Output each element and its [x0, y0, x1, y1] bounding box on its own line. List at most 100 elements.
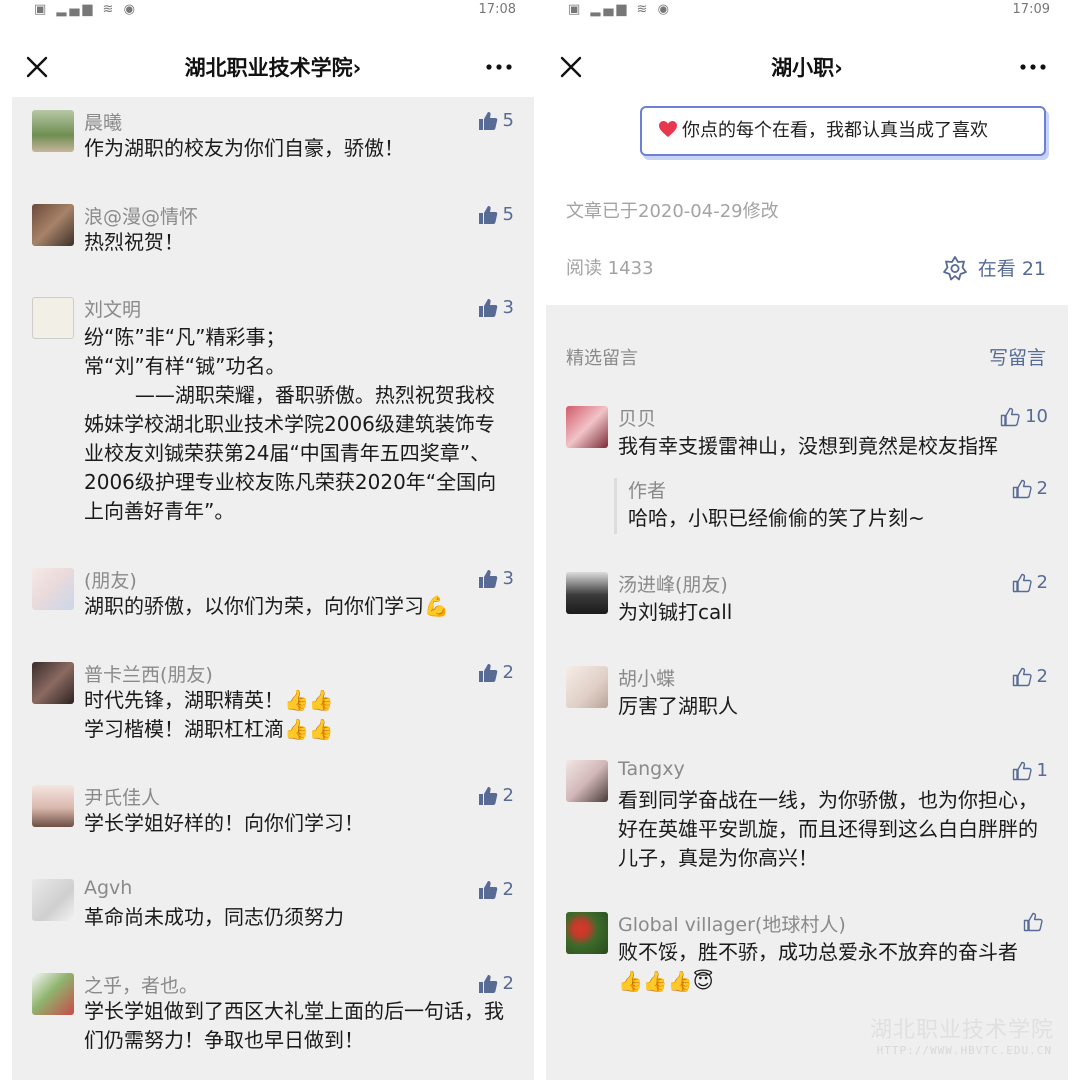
avatar[interactable]: [32, 568, 74, 610]
like-button[interactable]: 10: [1000, 406, 1048, 427]
like-button[interactable]: 2: [478, 973, 514, 994]
like-button[interactable]: 1: [1012, 760, 1048, 781]
avatar[interactable]: [32, 785, 74, 827]
like-button[interactable]: 2: [1012, 572, 1048, 593]
comment-author[interactable]: 之乎，者也。: [84, 971, 198, 998]
avatar[interactable]: [32, 110, 74, 152]
comment-text: 学长学姐好样的！向你们学习！: [84, 811, 364, 835]
watermark: 湖北职业技术学院 HTTP://WWW.HBVTC.EDU.CN: [860, 1012, 1054, 1068]
chevron-right-icon: ›: [352, 56, 362, 80]
comment-text: 为刘铖打call: [618, 600, 733, 624]
modified-notice: 文章已于2020-04-29修改: [566, 201, 779, 222]
comment-author[interactable]: 刘文明: [84, 295, 141, 322]
zaikan-count: 在看 21: [977, 258, 1046, 280]
zaikan-button[interactable]: 在看 21: [942, 254, 1046, 281]
thumbs-up-icon: [478, 880, 497, 899]
reply-indicator: [614, 478, 617, 534]
thumbs-up-icon: [478, 569, 497, 588]
like-count: 2: [1036, 572, 1048, 593]
comment-author[interactable]: 晨曦: [84, 108, 122, 135]
thumbs-up-icon: [478, 974, 497, 993]
comment-text: 看到同学奋战在一线，为你骄傲，也为你担心，好在英雄平安凯旋，而且还得到这么白白胖…: [618, 788, 1038, 870]
comment-author[interactable]: 汤进峰(朋友): [618, 570, 728, 597]
avatar[interactable]: [566, 760, 608, 802]
chevron-right-icon: ›: [834, 56, 843, 80]
avatar[interactable]: [32, 662, 74, 704]
comment-text: 学长学姐做到了西区大礼堂上面的后一句话，我们仍需努力！争取也早日做到！: [84, 999, 504, 1052]
nav-title[interactable]: 湖北职业技术学院›: [72, 52, 474, 82]
watermark-title: 湖北职业技术学院: [869, 1018, 1054, 1043]
comment-author[interactable]: 尹氏佳人: [84, 783, 160, 810]
comment-author[interactable]: 贝贝: [618, 404, 656, 431]
avatar[interactable]: [32, 879, 74, 921]
like-button[interactable]: 5: [478, 110, 514, 131]
like-count: 2: [502, 879, 514, 900]
avatar[interactable]: [32, 973, 74, 1015]
section-header: 精选留言 写留言: [546, 340, 1068, 380]
comment-text: 败不馁，胜不骄，成功总爱永不放弃的奋斗者👍👍👍😇: [618, 940, 1018, 993]
status-time: 17:09: [1012, 2, 1050, 17]
like-count: 2: [1036, 666, 1048, 687]
watermark-url: HTTP://WWW.HBVTC.EDU.CN: [876, 1044, 1052, 1057]
status-time: 17:08: [478, 2, 516, 17]
reply-text: 哈哈，小职已经偷偷的笑了片刻~: [628, 506, 925, 530]
thumbs-up-icon: [478, 205, 497, 224]
thumbs-up-outline-icon: [1023, 912, 1043, 932]
thumbs-up-outline-icon: [1012, 573, 1032, 592]
like-count: 5: [502, 110, 514, 131]
heart-icon: [659, 121, 677, 137]
like-prompt-banner: 你点的每个在看，我都认真当成了喜欢: [640, 102, 1050, 162]
avatar[interactable]: [566, 572, 608, 614]
like-count: 2: [502, 973, 514, 994]
avatar[interactable]: [566, 666, 608, 708]
like-button[interactable]: 2: [478, 662, 514, 683]
like-count: 2: [1036, 478, 1048, 499]
thumbs-up-outline-icon: [1012, 761, 1032, 780]
close-icon[interactable]: [556, 52, 586, 82]
nav-bar: 湖小职›: [546, 38, 1068, 96]
like-count: 3: [502, 568, 514, 589]
close-icon[interactable]: [22, 52, 52, 82]
more-icon[interactable]: [1018, 52, 1048, 82]
avatar[interactable]: [32, 204, 74, 246]
comment-author[interactable]: Agvh: [84, 877, 132, 899]
reply-author: 作者: [628, 480, 667, 502]
account-name[interactable]: 湖北职业技术学院: [185, 56, 353, 80]
like-button[interactable]: 3: [478, 297, 514, 318]
like-button[interactable]: 2: [478, 879, 514, 900]
thumbs-up-icon: [478, 298, 497, 317]
like-button[interactable]: 5: [478, 204, 514, 225]
comment-author[interactable]: 普卡兰西(朋友): [84, 660, 213, 687]
thumbs-up-outline-icon: [1012, 479, 1032, 498]
like-count: 1: [1036, 760, 1048, 781]
like-count: 5: [502, 204, 514, 225]
comment-text: 我有幸支援雷神山，没想到竟然是校友指挥: [618, 434, 998, 458]
avatar[interactable]: [566, 912, 608, 954]
like-button[interactable]: 2: [1012, 666, 1048, 687]
comment-text: 厉害了湖职人: [618, 694, 738, 718]
avatar[interactable]: [32, 297, 74, 339]
like-button[interactable]: 2: [478, 785, 514, 806]
like-count: 2: [502, 785, 514, 806]
comment-author[interactable]: Tangxy: [618, 758, 685, 780]
avatar[interactable]: [566, 406, 608, 448]
like-button[interactable]: [1023, 912, 1048, 932]
like-count: 2: [502, 662, 514, 683]
comment-author[interactable]: 浪@漫@情怀: [84, 202, 198, 229]
comment-author[interactable]: Global villager(地球村人): [618, 910, 846, 937]
like-button[interactable]: 3: [478, 568, 514, 589]
status-icons: ▣ ▂▄▆ ≋ ◉: [568, 2, 672, 17]
more-icon[interactable]: [484, 52, 514, 82]
thumbs-up-outline-icon: [1000, 407, 1020, 426]
account-name[interactable]: 湖小职: [771, 56, 834, 80]
right-screenshot: ▣ ▂▄▆ ≋ ◉ 17:09 湖小职› 你点的每个在看，我都认真当成了喜欢 文…: [546, 0, 1068, 1080]
nav-bar: 湖北职业技术学院›: [12, 38, 534, 96]
write-comment-button[interactable]: 写留言: [989, 343, 1046, 370]
comment-author[interactable]: (朋友): [84, 566, 137, 593]
comment-author[interactable]: 胡小蝶: [618, 664, 675, 691]
thumbs-up-icon: [478, 786, 497, 805]
comment-text: 革命尚未成功，同志仍须努力: [84, 905, 344, 929]
thumbs-up-outline-icon: [1012, 667, 1032, 686]
nav-title[interactable]: 湖小职›: [606, 52, 1008, 82]
like-button[interactable]: 2: [1012, 478, 1048, 499]
